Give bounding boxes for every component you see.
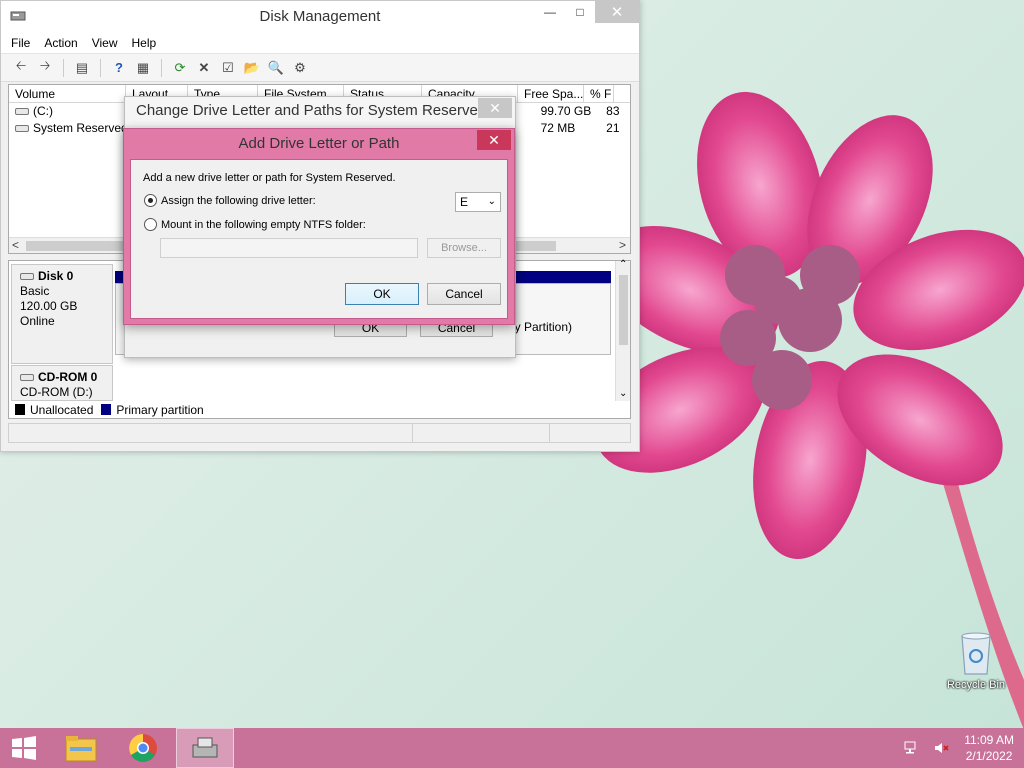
chevron-down-icon: ⌄ <box>487 196 496 207</box>
dialog-title: Change Drive Letter and Paths for System… <box>136 102 487 119</box>
scroll-right-icon[interactable]: > <box>619 238 626 252</box>
settings-icon[interactable]: ⚙ <box>290 58 310 78</box>
folder-icon <box>65 736 97 762</box>
windows-logo-icon <box>12 736 36 760</box>
free-space-value: 72 MB <box>540 121 576 135</box>
chrome-icon <box>129 734 157 762</box>
chrome-button[interactable] <box>118 728 168 768</box>
disk-status: Online <box>20 314 55 328</box>
menu-file[interactable]: File <box>11 36 30 50</box>
dialog-title-bar[interactable]: Add Drive Letter or Path ✕ <box>124 129 514 159</box>
disk-name: CD-ROM 0 <box>38 370 98 384</box>
status-bar <box>8 423 631 443</box>
volume-name: System Reserved <box>33 121 126 135</box>
search-icon[interactable]: 🔍 <box>266 58 286 78</box>
vertical-scrollbar[interactable]: ⌃ ⌄ <box>615 259 630 401</box>
free-space-value: 99.70 GB <box>540 104 592 118</box>
recycle-bin-shortcut[interactable]: Recycle Bin <box>940 630 1012 691</box>
ntfs-folder-input <box>160 238 418 258</box>
scroll-up-icon[interactable]: ⌃ <box>619 259 627 270</box>
percent-free-value: 21 <box>606 121 620 135</box>
recycle-bin-icon <box>961 632 991 675</box>
close-icon[interactable]: ✕ <box>477 130 511 150</box>
cancel-button[interactable]: Cancel <box>427 283 501 305</box>
back-arrow-icon[interactable]: 🡠 <box>11 58 31 78</box>
volume-name: (C:) <box>33 104 53 118</box>
menu-view[interactable]: View <box>92 36 118 50</box>
system-tray: 11:09 AM 2/1/2022 <box>904 728 1014 768</box>
console-tree-icon[interactable]: ▤ <box>72 58 92 78</box>
properties-pane-icon[interactable]: ▦ <box>133 58 153 78</box>
scroll-left-icon[interactable]: < <box>12 238 19 252</box>
maximize-button[interactable]: □ <box>565 1 595 23</box>
unallocated-swatch <box>15 404 25 415</box>
legend: Unallocated Primary partition <box>8 401 631 419</box>
scroll-thumb[interactable] <box>619 275 628 345</box>
toolbar: 🡠 🡢 ▤ ? ▦ ⟳ ✕ ☑ 📂 🔍 ⚙ <box>1 54 639 82</box>
volume-muted-icon[interactable] <box>934 741 950 755</box>
disk-0-label[interactable]: Disk 0 Basic 120.00 GB Online <box>11 264 113 364</box>
drive-letter-select[interactable]: E ⌄ <box>455 192 501 212</box>
disk-size: 120.00 GB <box>20 299 78 313</box>
menu-bar: File Action View Help <box>1 32 639 54</box>
close-button[interactable]: ✕ <box>595 1 639 23</box>
menu-help[interactable]: Help <box>132 36 157 50</box>
assign-letter-label: Assign the following drive letter: <box>161 194 316 207</box>
clock-time: 11:09 AM <box>964 733 1014 747</box>
ok-button[interactable]: OK <box>345 283 419 305</box>
disk-management-taskbar-button[interactable] <box>176 728 234 768</box>
drive-icon <box>15 108 29 116</box>
properties-icon[interactable]: ☑ <box>218 58 238 78</box>
clock[interactable]: 11:09 AM 2/1/2022 <box>964 732 1014 764</box>
dialog-body: Add a new drive letter or path for Syste… <box>130 159 508 319</box>
col-volume[interactable]: Volume <box>9 85 126 102</box>
mount-folder-radio[interactable] <box>144 218 157 231</box>
legend-primary: Primary partition <box>116 402 204 417</box>
assign-letter-radio[interactable] <box>144 194 157 207</box>
help-icon[interactable]: ? <box>109 58 129 78</box>
dialog-title: Add Drive Letter or Path <box>238 135 400 152</box>
disk-name: Disk 0 <box>38 269 74 283</box>
dialog-title-bar[interactable]: Change Drive Letter and Paths for System… <box>125 97 515 125</box>
taskbar: 11:09 AM 2/1/2022 <box>0 728 1024 768</box>
browse-button: Browse... <box>427 238 501 258</box>
refresh-icon[interactable]: ⟳ <box>170 58 190 78</box>
primary-swatch <box>101 404 112 415</box>
recycle-bin-label: Recycle Bin <box>946 679 1006 691</box>
drive-icon <box>15 125 29 133</box>
legend-unallocated: Unallocated <box>30 402 94 417</box>
dialog-description: Add a new drive letter or path for Syste… <box>143 172 396 184</box>
network-icon[interactable] <box>904 741 920 755</box>
assign-letter-option[interactable]: Assign the following drive letter: <box>144 194 316 207</box>
disk-icon <box>20 273 34 281</box>
cdrom-icon <box>20 374 34 382</box>
clock-date: 2/1/2022 <box>965 749 1013 763</box>
cdrom-0-label[interactable]: CD-ROM 0 CD-ROM (D:) <box>11 365 113 401</box>
file-explorer-button[interactable] <box>56 728 106 768</box>
title-bar[interactable]: Disk Management — □ ✕ <box>1 1 639 32</box>
add-drive-letter-dialog: Add Drive Letter or Path ✕ Add a new dri… <box>123 128 515 325</box>
percent-free-value: 83 <box>606 104 620 118</box>
close-icon[interactable]: ✕ <box>478 98 512 118</box>
start-button[interactable] <box>0 728 48 768</box>
col-free-space[interactable]: Free Spa... <box>518 85 584 102</box>
disk-type: CD-ROM (D:) <box>20 385 93 399</box>
disk-management-icon <box>192 737 218 758</box>
open-folder-icon[interactable]: 📂 <box>242 58 262 78</box>
menu-action[interactable]: Action <box>44 36 77 50</box>
drive-letter-value: E <box>460 195 469 209</box>
mount-folder-label: Mount in the following empty NTFS folder… <box>161 218 366 231</box>
mount-folder-option[interactable]: Mount in the following empty NTFS folder… <box>144 218 366 231</box>
minimize-button[interactable]: — <box>535 1 565 23</box>
col-percent-free[interactable]: % F <box>584 85 614 102</box>
scroll-down-icon[interactable]: ⌄ <box>619 388 627 399</box>
forward-arrow-icon[interactable]: 🡢 <box>35 58 55 78</box>
delete-icon[interactable]: ✕ <box>194 58 214 78</box>
disk-type: Basic <box>20 284 50 298</box>
